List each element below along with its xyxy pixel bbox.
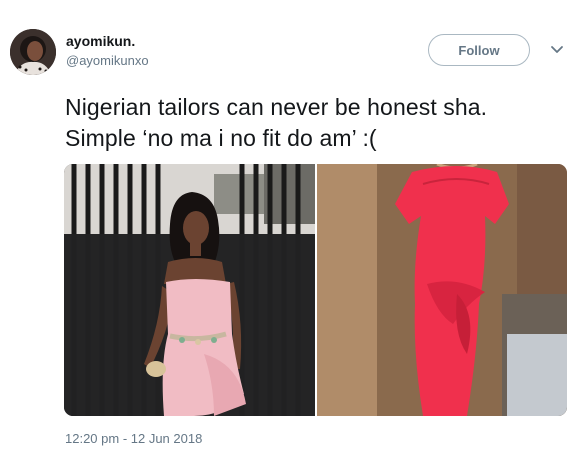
follow-button[interactable]: Follow: [428, 34, 530, 66]
tweet-text-line: Simple ‘no ma i no fit do am’ :(: [65, 125, 377, 151]
photo-pink-dress[interactable]: [64, 164, 315, 416]
user-avatar-icon: [10, 29, 56, 75]
photo-red-dress-icon: [317, 164, 567, 416]
tweet-timestamp[interactable]: 12:20 pm - 12 Jun 2018: [65, 431, 202, 446]
chevron-down-icon[interactable]: [549, 43, 565, 57]
tweet-card: ayomikun. @ayomikunxo Follow Nigerian ta…: [0, 0, 573, 449]
tweet-text: Nigerian tailors can never be honest sha…: [65, 92, 565, 154]
user-handle[interactable]: @ayomikunxo: [66, 53, 149, 68]
avatar[interactable]: [10, 29, 56, 75]
tweet-text-line: Nigerian tailors can never be honest sha…: [65, 94, 488, 120]
photo-red-dress[interactable]: [317, 164, 567, 416]
photo-pink-dress-icon: [64, 164, 315, 416]
media-grid: [64, 164, 567, 416]
display-name[interactable]: ayomikun.: [66, 33, 135, 49]
